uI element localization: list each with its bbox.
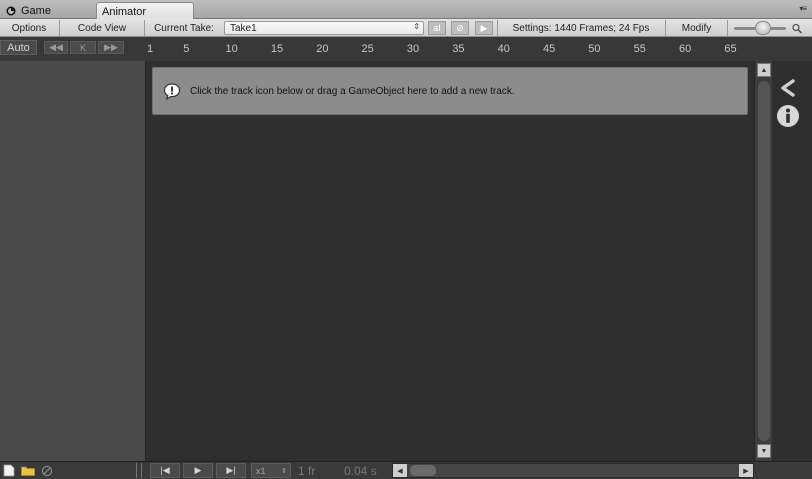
ruler-tick-label: 35 (452, 43, 465, 55)
previous-key-button[interactable]: ◀◀ (44, 41, 68, 54)
previous-key-icon: ◀◀ (49, 42, 63, 52)
play-preview-button[interactable]: ▶ (475, 21, 493, 35)
frame-ruler[interactable]: Auto ◀◀ K ▶▶ 1 5 10 15 20 25 30 35 40 45 50 55 60 65 (0, 37, 812, 61)
ruler-tick-label: 40 (497, 43, 510, 55)
ruler-tick-label: 45 (542, 43, 556, 55)
play-icon: ▶ (194, 465, 202, 475)
arrow-left-icon: ◀ (397, 467, 403, 475)
arrow-right-icon: ▶ (743, 467, 749, 475)
track-list-panel[interactable] (0, 61, 146, 461)
settings-button[interactable]: Settings: 1440 Frames; 24 Fps (500, 19, 662, 37)
ruler-tick-label: 10 (225, 43, 238, 55)
horizontal-scrollbar[interactable]: ◀ ▶ (392, 463, 754, 478)
tab-animator-label: Animator (102, 5, 147, 18)
scroll-down-button[interactable]: ▼ (757, 444, 771, 458)
timeline-area[interactable] (146, 61, 754, 461)
text-cursor-icon: aI (433, 23, 441, 33)
dropdown-arrows-icon: ⇕ (413, 22, 420, 31)
ruler-tick-label: 60 (679, 43, 692, 55)
scroll-left-button[interactable]: ◀ (393, 464, 407, 477)
add-key-button[interactable]: K (70, 41, 96, 54)
info-icon[interactable] (776, 104, 800, 128)
info-speech-bubble-icon (163, 82, 181, 100)
vertical-scrollbar[interactable]: ▲ ▼ (754, 61, 772, 461)
toolbar-divider (665, 20, 666, 36)
horizontal-scroll-thumb[interactable] (410, 465, 436, 476)
ruler-tick-label: 1 (146, 43, 154, 55)
toolbar-divider (497, 20, 498, 36)
speed-value: x1 (256, 465, 266, 476)
inspector-strip (772, 61, 812, 461)
options-label: Options (11, 22, 47, 34)
delete-track-icon[interactable] (41, 465, 53, 477)
options-button[interactable]: Options (0, 19, 58, 37)
no-entry-icon: ⊘ (456, 22, 464, 33)
tab-bar: Game Animator ▾≡ (0, 0, 812, 20)
tab-game-label: Game (21, 4, 51, 17)
arrow-up-icon: ▲ (760, 66, 768, 74)
take-value: Take1 (230, 22, 257, 34)
toolbar-divider (59, 20, 60, 36)
ruler-tick-label: 50 (588, 43, 601, 55)
tab-animator[interactable]: Animator (96, 2, 194, 20)
tab-game[interactable]: Game (0, 2, 94, 19)
toolbar-divider (727, 20, 728, 36)
next-key-button[interactable]: ▶▶ (98, 41, 124, 54)
modify-label: Modify (681, 22, 712, 34)
auto-key-button[interactable]: Auto (0, 40, 37, 55)
text-tool-button[interactable]: aI (428, 21, 446, 35)
chevron-left-icon[interactable] (778, 78, 798, 98)
ruler-tick-label: 30 (406, 43, 420, 55)
code-view-label: Code View (77, 22, 127, 34)
key-label: K (79, 42, 86, 53)
go-to-end-button[interactable]: ▶| (216, 463, 246, 478)
window-menu-icon[interactable]: ▾≡ (799, 4, 807, 13)
ruler-tick-label: 55 (633, 43, 646, 55)
current-take-label: Current Take: (148, 19, 220, 37)
playback-speed-select[interactable]: x1 ⇕ (251, 463, 291, 478)
dropdown-arrows-icon: ⇕ (281, 467, 287, 475)
ruler-tick-label: 5 (183, 43, 190, 55)
empty-timeline-notice: Click the track icon below or drag a Gam… (152, 67, 748, 115)
arrow-down-icon: ▼ (760, 447, 768, 455)
new-track-icon[interactable] (3, 464, 15, 477)
ruler-tick-label: 20 (316, 43, 329, 55)
play-button[interactable]: ▶ (183, 463, 213, 478)
time-readout: 0.04 s (344, 464, 377, 478)
take-select[interactable]: Take1 ⇕ (224, 21, 424, 35)
settings-label: Settings: 1440 Frames; 24 Fps (512, 22, 650, 34)
ruler-tick-label: 15 (270, 43, 284, 55)
toolbar: Options Code View Current Take: Take1 ⇕ … (0, 19, 812, 37)
scroll-up-button[interactable]: ▲ (757, 63, 771, 77)
auto-label: Auto (7, 41, 30, 54)
ruler-tick-label: 65 (724, 43, 737, 55)
scroll-right-button[interactable]: ▶ (739, 464, 753, 477)
skip-back-icon: |◀ (160, 465, 170, 475)
bottom-bar: |◀ ▶ ▶| x1 ⇕ 1 fr 0.04 s ◀ ▶ (0, 461, 812, 479)
modify-button[interactable]: Modify (668, 19, 725, 37)
panel-resize-handle[interactable] (136, 463, 142, 478)
next-key-icon: ▶▶ (104, 42, 118, 52)
play-box-icon: ▶ (480, 22, 488, 33)
game-controller-icon (6, 6, 16, 15)
skip-forward-icon: ▶| (226, 465, 236, 475)
ruler-tick-label: 25 (361, 43, 374, 55)
disable-button[interactable]: ⊘ (451, 21, 469, 35)
vertical-scroll-thumb[interactable] (758, 81, 770, 441)
toolbar-divider (144, 20, 145, 36)
current-take-text: Current Take: (154, 22, 214, 34)
code-view-button[interactable]: Code View (62, 19, 142, 37)
zoom-slider-thumb[interactable] (755, 21, 771, 35)
folder-icon[interactable] (21, 465, 35, 476)
magnifier-icon (792, 23, 803, 34)
go-to-start-button[interactable]: |◀ (150, 463, 180, 478)
notice-text: Click the track icon below or drag a Gam… (190, 85, 515, 97)
frame-readout: 1 fr (298, 464, 316, 478)
